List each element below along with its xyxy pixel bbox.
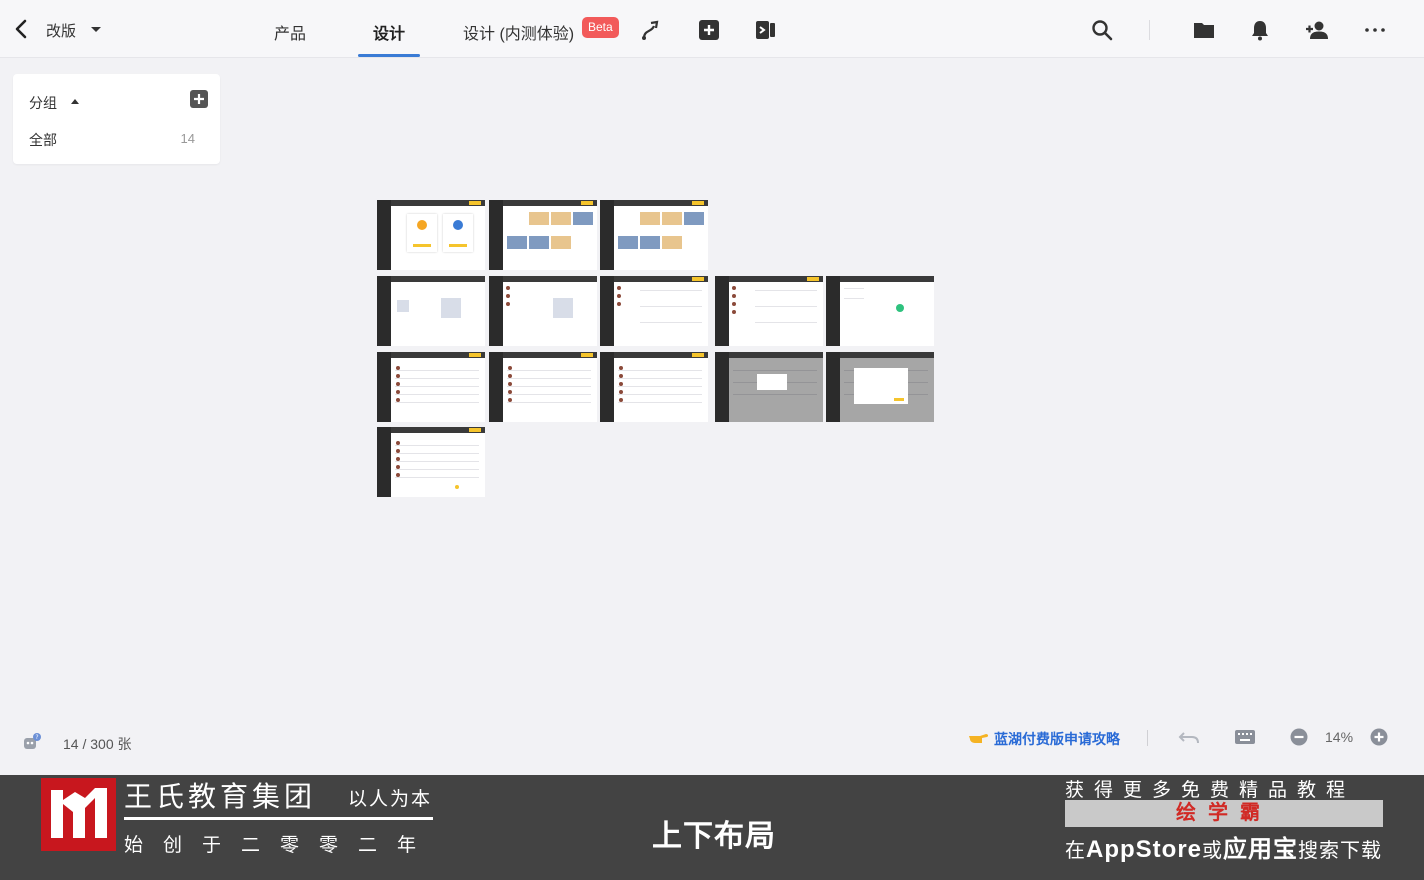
add-group-icon[interactable]: [189, 89, 209, 109]
group-title[interactable]: 分组: [29, 93, 57, 113]
artboard-thumbnail[interactable]: [600, 276, 708, 346]
zoom-level: 14%: [1325, 729, 1354, 745]
artboard-thumbnail[interactable]: [489, 200, 597, 270]
promo-app-name-bar: 绘学霸: [1065, 800, 1383, 827]
beta-badge: Beta: [582, 17, 619, 38]
brand-founded: 始创于二零零二年: [124, 835, 437, 856]
tab-design-beta[interactable]: 设计 (内测体验): [463, 20, 574, 44]
promo-app-name: 绘学霸: [1176, 802, 1272, 824]
top-bar: 改版 产品 设计 设计 (内测体验) Beta: [0, 0, 1424, 58]
group-panel: 分组 全部 14: [13, 74, 220, 164]
search-icon[interactable]: [1090, 18, 1114, 42]
zoom-in-icon[interactable]: [1368, 727, 1390, 747]
undo-icon[interactable]: [1178, 727, 1200, 747]
lesson-title: 上下布局: [652, 820, 776, 853]
pointing-hand-icon: [969, 734, 989, 743]
artboard-thumbnail[interactable]: [600, 352, 708, 422]
export-icon[interactable]: [754, 18, 778, 42]
brand-logo: [41, 778, 116, 851]
add-member-icon[interactable]: [1305, 18, 1329, 42]
artboard-thumbnail[interactable]: [377, 276, 485, 346]
artboard-thumbnail[interactable]: [377, 200, 485, 270]
artboard-thumbnail[interactable]: [489, 352, 597, 422]
caret-down-icon[interactable]: [89, 25, 103, 35]
help-robot-icon[interactable]: ?: [22, 732, 42, 752]
svg-text:?: ?: [35, 734, 38, 741]
artboard-thumbnail[interactable]: [826, 352, 934, 422]
toolbar-divider: [1149, 20, 1150, 40]
artboard-thumbnail[interactable]: [377, 352, 485, 422]
folder-icon[interactable]: [1192, 18, 1216, 42]
artboard-count: 14 / 300 张: [63, 736, 132, 752]
artboard-thumbnail[interactable]: [377, 427, 485, 497]
w-logo-icon: [51, 788, 107, 838]
artboard-thumbnail[interactable]: [826, 276, 934, 346]
artboard-thumbnail[interactable]: [715, 352, 823, 422]
education-banner: 王氏教育集团 以人为本 始创于二零零二年 上下布局 获得更多免费精品教程 绘学霸…: [0, 775, 1424, 880]
tab-design[interactable]: 设计: [373, 20, 405, 44]
more-icon[interactable]: [1363, 18, 1387, 42]
brand-name: 王氏教育集团: [124, 781, 317, 812]
artboard-thumbnail[interactable]: [489, 276, 597, 346]
promo-line-3: 在AppStore或应用宝搜索下载: [1065, 836, 1382, 863]
artboard-thumbnail[interactable]: [600, 200, 708, 270]
flow-link-icon[interactable]: [640, 18, 664, 42]
statusbar-divider: [1147, 730, 1148, 746]
caret-up-icon[interactable]: [70, 97, 80, 105]
project-name[interactable]: 改版: [46, 20, 76, 41]
zoom-out-icon[interactable]: [1288, 727, 1310, 747]
active-tab-indicator: [358, 54, 420, 57]
add-square-icon[interactable]: [697, 18, 721, 42]
group-item-all[interactable]: 全部: [29, 130, 57, 150]
brand-slogan: 以人为本: [348, 789, 433, 810]
tab-product[interactable]: 产品: [274, 20, 306, 44]
promo-link[interactable]: 蓝湖付费版申请攻略: [994, 729, 1120, 749]
artboard-thumbnail[interactable]: [715, 276, 823, 346]
promo-line-1: 获得更多免费精品教程: [1065, 780, 1356, 801]
group-item-count: 14: [180, 131, 195, 146]
brand-divider: [124, 817, 433, 820]
bell-icon[interactable]: [1248, 18, 1272, 42]
keyboard-icon[interactable]: [1234, 727, 1256, 747]
back-arrow-icon[interactable]: [12, 17, 32, 41]
